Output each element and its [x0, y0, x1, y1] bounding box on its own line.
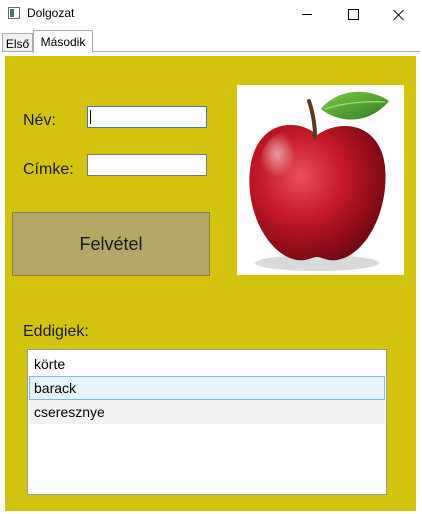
- tab-strip: Első Második: [0, 29, 422, 53]
- title-bar[interactable]: Dolgozat: [0, 0, 422, 29]
- tab-content-panel: Név: Címke: Felvétel Eddigiek: körte bar…: [2, 52, 420, 514]
- tag-label: Címke:: [23, 161, 74, 178]
- add-button[interactable]: Felvétel: [12, 212, 210, 276]
- window-title: Dolgozat: [27, 6, 75, 20]
- list-item[interactable]: cseresznye: [29, 400, 385, 424]
- apple-image: [237, 85, 404, 275]
- maximize-button[interactable]: [330, 0, 376, 29]
- list-label: Eddigiek:: [23, 323, 89, 340]
- close-icon: [393, 9, 405, 21]
- close-button[interactable]: [376, 0, 422, 29]
- app-window-icon: [8, 7, 20, 19]
- list-item[interactable]: körte: [29, 352, 385, 376]
- tab-masodik[interactable]: Második: [33, 30, 93, 53]
- minimize-button[interactable]: [284, 0, 330, 29]
- list-item-selected[interactable]: barack: [29, 376, 385, 400]
- tag-input[interactable]: [87, 154, 207, 176]
- name-label: Név:: [23, 112, 56, 129]
- app-window: Dolgozat Első Második Név: Címke: Felvét…: [0, 0, 422, 514]
- minimize-icon: [302, 14, 312, 15]
- items-listbox[interactable]: körte barack cseresznye: [27, 349, 387, 495]
- tab-elso[interactable]: Első: [2, 33, 33, 53]
- text-caret: [90, 110, 91, 124]
- maximize-icon: [347, 9, 359, 20]
- form-area: Név: Címke: Felvétel Eddigiek: körte bar…: [5, 56, 416, 511]
- name-input[interactable]: [87, 106, 207, 128]
